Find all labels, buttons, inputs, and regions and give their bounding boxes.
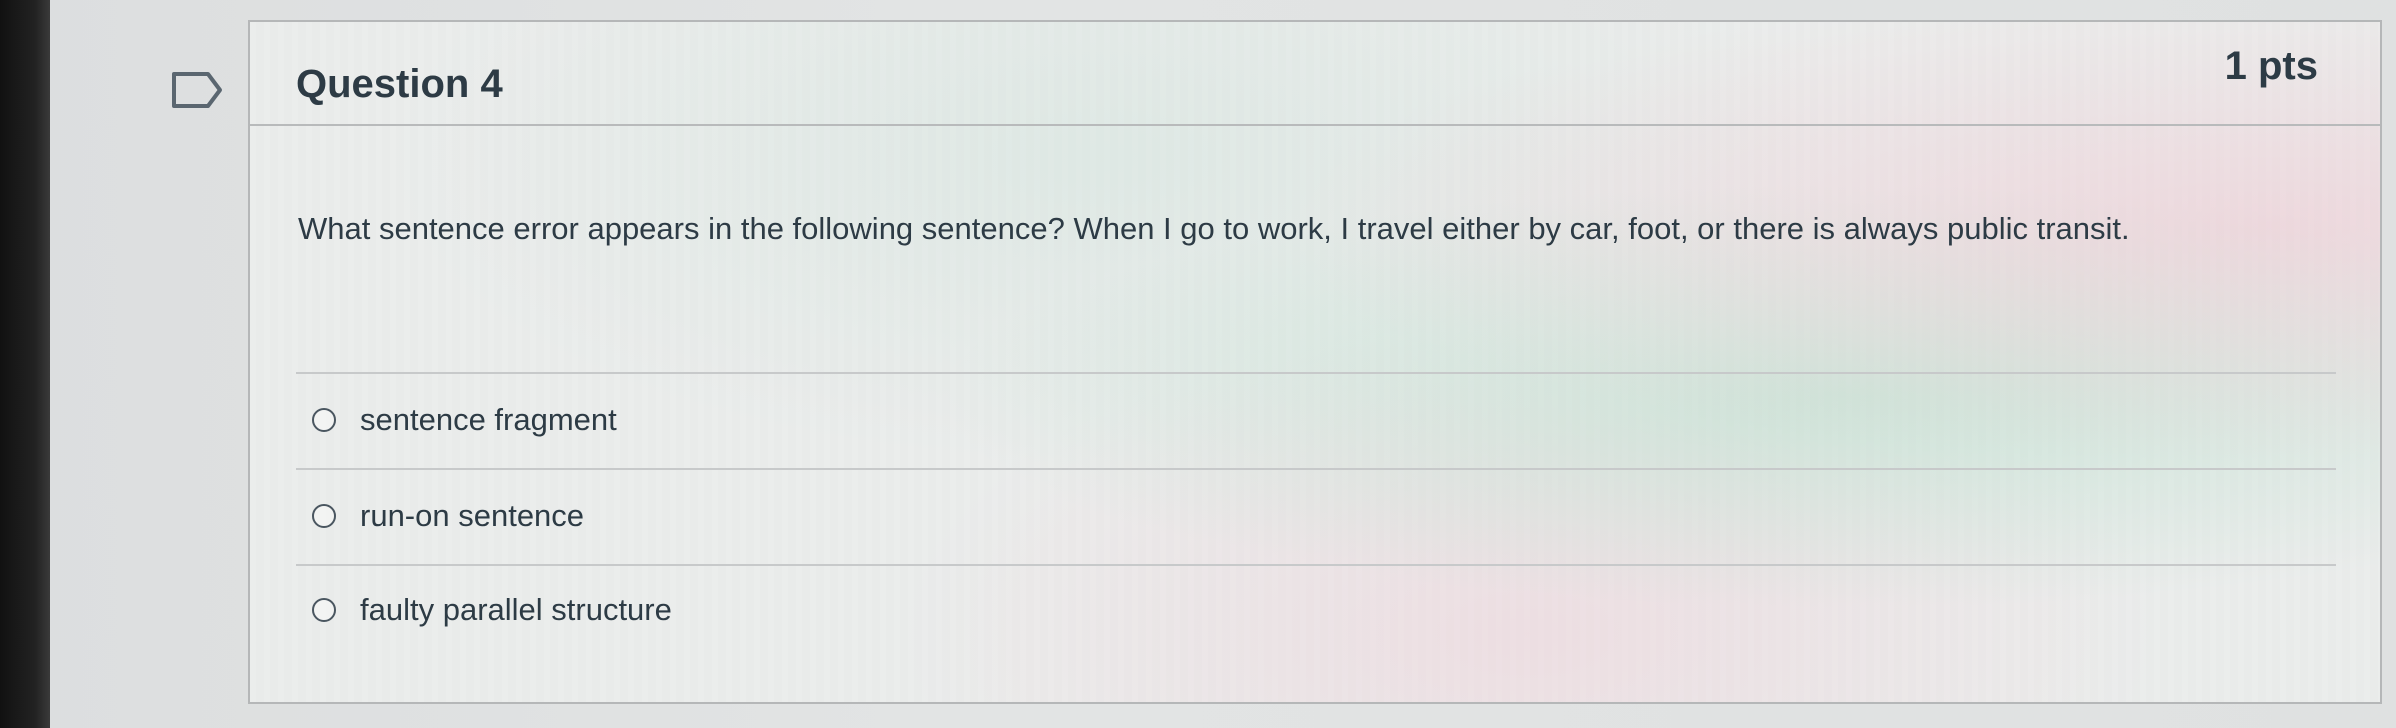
answer-option[interactable]: run-on sentence — [312, 498, 584, 534]
divider — [296, 564, 2336, 566]
answer-label: faulty parallel structure — [360, 592, 672, 627]
answer-label: sentence fragment — [360, 402, 617, 437]
question-text: What sentence error appears in the follo… — [298, 211, 2130, 246]
page: Question 4 1 pts What sentence error app… — [0, 0, 2396, 728]
answer-option[interactable]: faulty parallel structure — [312, 592, 672, 628]
radio-icon[interactable] — [312, 598, 336, 622]
divider — [296, 468, 2336, 470]
answer-option[interactable]: sentence fragment — [312, 402, 617, 438]
question-card: Question 4 1 pts What sentence error app… — [248, 20, 2382, 704]
question-points: 1 pts — [2224, 44, 2318, 88]
flag-icon[interactable] — [168, 68, 228, 112]
divider — [296, 372, 2336, 374]
question-header: Question 4 1 pts — [250, 22, 2380, 126]
answer-label: run-on sentence — [360, 498, 585, 533]
question-title: Question 4 — [296, 62, 503, 106]
radio-icon[interactable] — [312, 504, 336, 528]
left-edge — [0, 0, 50, 728]
radio-icon[interactable] — [312, 408, 336, 432]
